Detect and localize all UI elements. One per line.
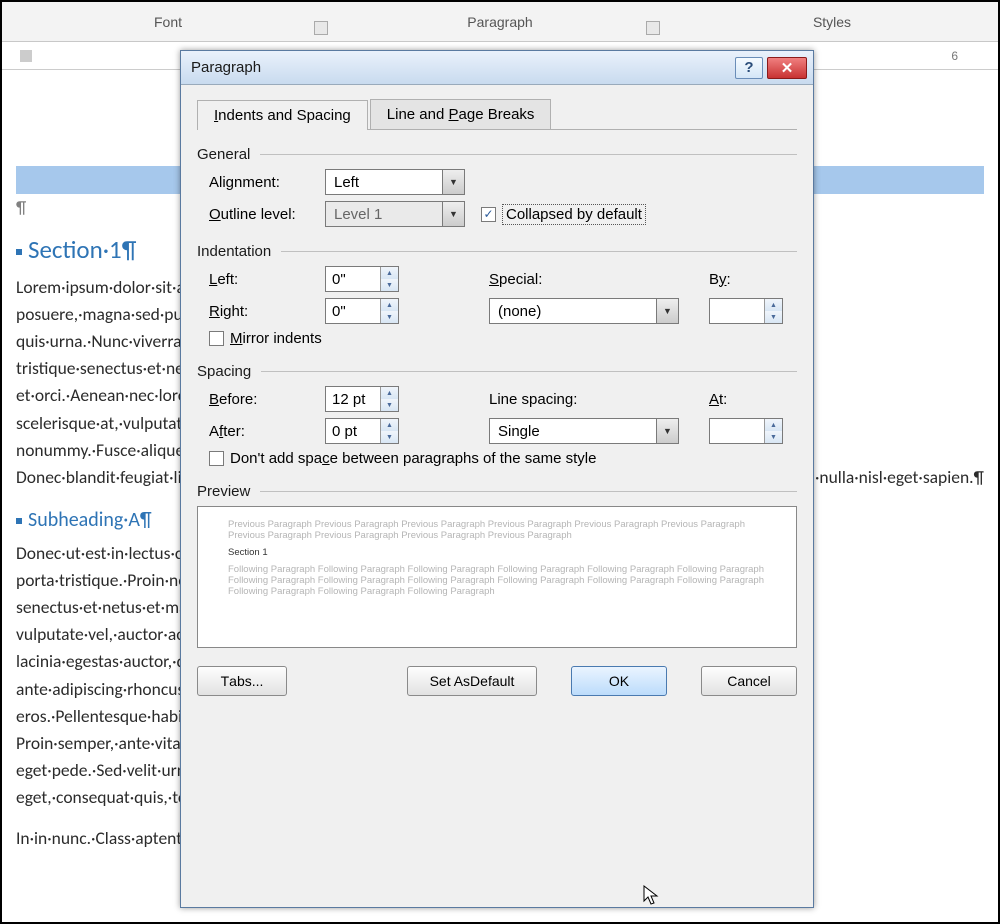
after-spinner[interactable]: 0 pt▲▼ [325, 418, 399, 444]
special-combo[interactable]: (none) [489, 298, 679, 324]
collapse-marker-icon[interactable] [16, 518, 22, 524]
group-general: General [197, 146, 797, 163]
chevron-down-icon[interactable] [442, 170, 464, 194]
line-spacing-label: Line spacing: [489, 391, 619, 408]
ruler-tick: 6 [951, 49, 958, 63]
chevron-down-icon[interactable] [656, 299, 678, 323]
indent-left-label: Left: [209, 271, 325, 288]
collapsed-label: Collapsed by default [502, 204, 646, 225]
dont-add-space-checkbox[interactable] [209, 451, 224, 466]
indent-right-spinner[interactable]: 0"▲▼ [325, 298, 399, 324]
special-label: Special: [489, 271, 619, 288]
mirror-indents-checkbox[interactable] [209, 331, 224, 346]
dont-add-space-label: Don't add space between paragraphs of th… [230, 450, 596, 467]
before-label: Before: [209, 391, 325, 408]
before-spinner[interactable]: 12 pt▲▼ [325, 386, 399, 412]
group-indentation: Indentation [197, 243, 797, 260]
collapse-marker-icon[interactable] [16, 249, 22, 255]
at-label: At: [709, 391, 727, 408]
close-button[interactable]: ✕ [767, 57, 807, 79]
ribbon-group-font: Font [2, 2, 334, 41]
ribbon-group-label: Styles [813, 14, 851, 30]
outline-level-label: Outline level: [209, 206, 325, 223]
chevron-down-icon[interactable] [442, 202, 464, 226]
collapsed-checkbox[interactable] [481, 207, 496, 222]
ribbon-group-paragraph: Paragraph [334, 2, 666, 41]
tabs-button[interactable]: Tabs... [197, 666, 287, 696]
preview-follow-text: Following Paragraph Following Paragraph … [228, 564, 766, 597]
font-launcher-icon[interactable] [314, 21, 328, 35]
group-preview: Preview [197, 483, 797, 500]
mouse-cursor-icon [643, 885, 659, 907]
set-as-default-button[interactable]: Set As Default [407, 666, 537, 696]
ribbon-group-label: Paragraph [467, 14, 532, 30]
line-spacing-combo[interactable]: Single [489, 418, 679, 444]
paragraph-dialog: Paragraph ? ✕ Indents and Spacing Line a… [180, 50, 814, 908]
at-spinner[interactable]: ▲▼ [709, 418, 783, 444]
dialog-titlebar[interactable]: Paragraph ? ✕ [181, 51, 813, 85]
help-button[interactable]: ? [735, 57, 763, 79]
paragraph-launcher-icon[interactable] [646, 21, 660, 35]
group-spacing: Spacing [197, 363, 797, 380]
preview-sample-text: Section 1 [228, 547, 766, 558]
chevron-down-icon[interactable] [656, 419, 678, 443]
preview-pane: Previous Paragraph Previous Paragraph Pr… [197, 506, 797, 648]
ribbon-group-styles: Styles [666, 2, 998, 41]
mirror-indents-label: Mirror indents [230, 330, 322, 347]
dialog-tabstrip: Indents and Spacing Line and Page Breaks [197, 99, 797, 130]
dialog-title: Paragraph [191, 59, 261, 76]
tab-line-page-breaks[interactable]: Line and Page Breaks [370, 99, 552, 129]
dialog-button-bar: Tabs... Set As Default OK Cancel [197, 666, 797, 696]
outline-level-combo[interactable]: Level 1 [325, 201, 465, 227]
alignment-combo[interactable]: Left [325, 169, 465, 195]
indent-right-label: Right: [209, 303, 325, 320]
tab-indents-spacing[interactable]: Indents and Spacing [197, 100, 368, 130]
ribbon: Font Paragraph Styles [2, 2, 998, 42]
tab-selector-icon[interactable] [20, 50, 32, 62]
preview-prev-text: Previous Paragraph Previous Paragraph Pr… [228, 519, 766, 541]
by-label: BBy: [709, 271, 731, 288]
alignment-label: Alignment: [209, 174, 325, 191]
cancel-button[interactable]: Cancel [701, 666, 797, 696]
ribbon-group-label: Font [154, 14, 182, 30]
indent-left-spinner[interactable]: 0"▲▼ [325, 266, 399, 292]
ok-button[interactable]: OK [571, 666, 667, 696]
by-spinner[interactable]: ▲▼ [709, 298, 783, 324]
after-label: After: [209, 423, 325, 440]
